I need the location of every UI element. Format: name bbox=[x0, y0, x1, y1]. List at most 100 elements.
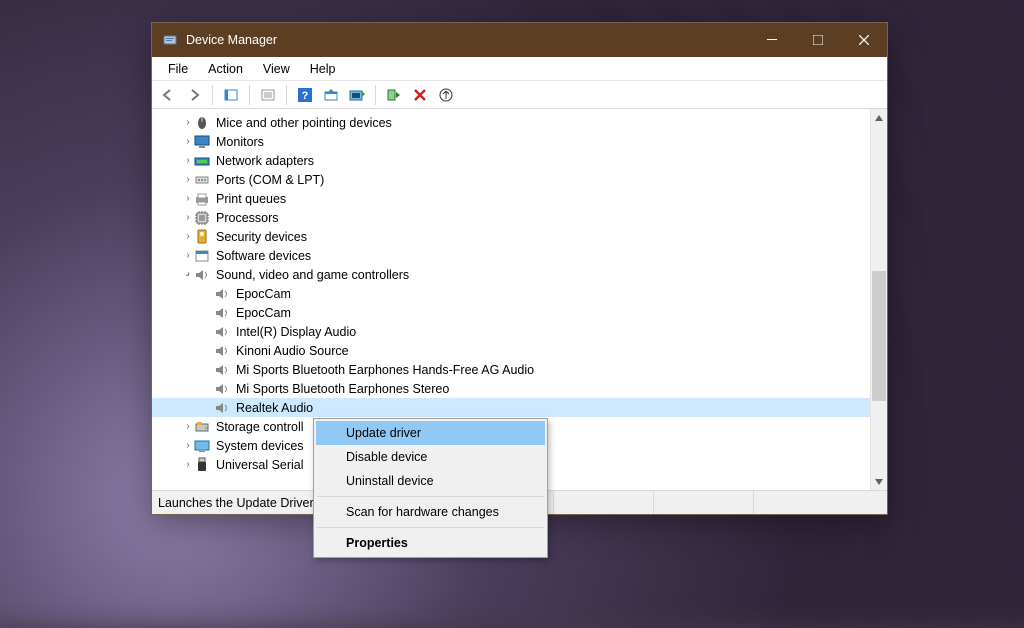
chevron-right-icon[interactable]: › bbox=[182, 193, 194, 204]
tree-device[interactable]: Intel(R) Display Audio bbox=[152, 322, 870, 341]
context-item-label: Disable device bbox=[346, 450, 427, 464]
scroll-down-arrow-icon[interactable] bbox=[871, 473, 887, 490]
device-label: Mi Sports Bluetooth Earphones Hands-Free… bbox=[236, 363, 534, 377]
device-label: Kinoni Audio Source bbox=[236, 344, 349, 358]
enable-device-toolbar-button[interactable] bbox=[382, 84, 406, 106]
minimize-button[interactable] bbox=[749, 23, 795, 57]
context-separator bbox=[317, 527, 544, 528]
context-uninstall-device[interactable]: Uninstall device bbox=[316, 469, 545, 493]
category-label: System devices bbox=[216, 439, 304, 453]
category-label: Network adapters bbox=[216, 154, 314, 168]
chevron-right-icon[interactable]: › bbox=[182, 136, 194, 147]
tree-device-selected[interactable]: Realtek Audio bbox=[152, 398, 870, 417]
category-label: Mice and other pointing devices bbox=[216, 116, 392, 130]
forward-button[interactable] bbox=[182, 84, 206, 106]
device-label: Realtek Audio bbox=[236, 401, 313, 415]
tree-category-processors[interactable]: › Processors bbox=[152, 208, 870, 227]
menu-view[interactable]: View bbox=[253, 60, 300, 78]
status-cell bbox=[653, 491, 753, 514]
maximize-button[interactable] bbox=[795, 23, 841, 57]
speaker-icon bbox=[214, 343, 230, 359]
scan-hardware-toolbar-button[interactable] bbox=[319, 84, 343, 106]
storage-icon bbox=[194, 419, 210, 435]
chevron-right-icon[interactable]: › bbox=[182, 250, 194, 261]
toolbar: ? bbox=[152, 81, 887, 109]
chevron-right-icon[interactable]: › bbox=[182, 459, 194, 470]
context-item-label: Update driver bbox=[346, 426, 421, 440]
security-icon bbox=[194, 229, 210, 245]
context-item-label: Uninstall device bbox=[346, 474, 434, 488]
tree-category-mice[interactable]: › Mice and other pointing devices bbox=[152, 113, 870, 132]
uninstall-device-toolbar-button[interactable] bbox=[408, 84, 432, 106]
scroll-up-arrow-icon[interactable] bbox=[871, 109, 887, 126]
speaker-icon bbox=[214, 324, 230, 340]
category-label: Ports (COM & LPT) bbox=[216, 173, 324, 187]
speaker-icon bbox=[214, 400, 230, 416]
port-icon bbox=[194, 172, 210, 188]
system-icon bbox=[194, 438, 210, 454]
svg-text:?: ? bbox=[302, 90, 309, 102]
window-title: Device Manager bbox=[186, 33, 277, 47]
menubar: File Action View Help bbox=[152, 57, 887, 81]
properties-toolbar-button[interactable] bbox=[256, 84, 280, 106]
speaker-icon bbox=[214, 305, 230, 321]
cpu-icon bbox=[194, 210, 210, 226]
help-toolbar-button[interactable]: ? bbox=[293, 84, 317, 106]
context-item-label: Properties bbox=[346, 536, 408, 550]
tree-device[interactable]: Mi Sports Bluetooth Earphones Stereo bbox=[152, 379, 870, 398]
tree-device[interactable]: EpocCam bbox=[152, 303, 870, 322]
tree-device[interactable]: Kinoni Audio Source bbox=[152, 341, 870, 360]
category-label: Storage controll bbox=[216, 420, 304, 434]
tree-device[interactable]: EpocCam bbox=[152, 284, 870, 303]
speaker-icon bbox=[214, 362, 230, 378]
category-label: Monitors bbox=[216, 135, 264, 149]
context-properties[interactable]: Properties bbox=[316, 531, 545, 555]
tree-category-sound[interactable]: ›Sound, video and game controllers bbox=[152, 265, 870, 284]
tree-category-monitors[interactable]: › Monitors bbox=[152, 132, 870, 151]
context-disable-device[interactable]: Disable device bbox=[316, 445, 545, 469]
tree-category-network[interactable]: › Network adapters bbox=[152, 151, 870, 170]
menu-help[interactable]: Help bbox=[300, 60, 346, 78]
app-icon bbox=[162, 32, 178, 48]
tree-category-print[interactable]: › Print queues bbox=[152, 189, 870, 208]
show-hide-tree-button[interactable] bbox=[219, 84, 243, 106]
tree-category-ports[interactable]: › Ports (COM & LPT) bbox=[152, 170, 870, 189]
update-driver-toolbar-button[interactable] bbox=[345, 84, 369, 106]
category-label: Security devices bbox=[216, 230, 307, 244]
status-cell bbox=[753, 491, 887, 514]
chevron-right-icon[interactable]: › bbox=[182, 155, 194, 166]
context-separator bbox=[317, 496, 544, 497]
close-button[interactable] bbox=[841, 23, 887, 57]
tree-category-security[interactable]: › Security devices bbox=[152, 227, 870, 246]
category-label: Processors bbox=[216, 211, 279, 225]
tree-device[interactable]: Mi Sports Bluetooth Earphones Hands-Free… bbox=[152, 360, 870, 379]
chevron-right-icon[interactable]: › bbox=[182, 174, 194, 185]
network-icon bbox=[194, 153, 210, 169]
mouse-icon bbox=[194, 115, 210, 131]
menu-action[interactable]: Action bbox=[198, 60, 253, 78]
context-item-label: Scan for hardware changes bbox=[346, 505, 499, 519]
device-label: Intel(R) Display Audio bbox=[236, 325, 356, 339]
back-button[interactable] bbox=[156, 84, 180, 106]
category-label: Print queues bbox=[216, 192, 286, 206]
category-label: Universal Serial bbox=[216, 458, 304, 472]
add-legacy-hardware-button[interactable] bbox=[434, 84, 458, 106]
titlebar[interactable]: Device Manager bbox=[152, 23, 887, 57]
vertical-scrollbar[interactable] bbox=[870, 109, 887, 490]
category-label: Sound, video and game controllers bbox=[216, 268, 409, 282]
chevron-right-icon[interactable]: › bbox=[182, 421, 194, 432]
context-scan-hardware[interactable]: Scan for hardware changes bbox=[316, 500, 545, 524]
usb-icon bbox=[194, 457, 210, 473]
chevron-right-icon[interactable]: › bbox=[182, 440, 194, 451]
scrollbar-thumb[interactable] bbox=[872, 271, 886, 401]
chevron-right-icon[interactable]: › bbox=[182, 117, 194, 128]
device-label: EpocCam bbox=[236, 287, 291, 301]
speaker-icon bbox=[214, 381, 230, 397]
context-menu: Update driver Disable device Uninstall d… bbox=[313, 418, 548, 558]
software-device-icon bbox=[194, 248, 210, 264]
context-update-driver[interactable]: Update driver bbox=[316, 421, 545, 445]
chevron-right-icon[interactable]: › bbox=[182, 231, 194, 242]
tree-category-software[interactable]: ›Software devices bbox=[152, 246, 870, 265]
menu-file[interactable]: File bbox=[158, 60, 198, 78]
chevron-right-icon[interactable]: › bbox=[182, 212, 194, 223]
